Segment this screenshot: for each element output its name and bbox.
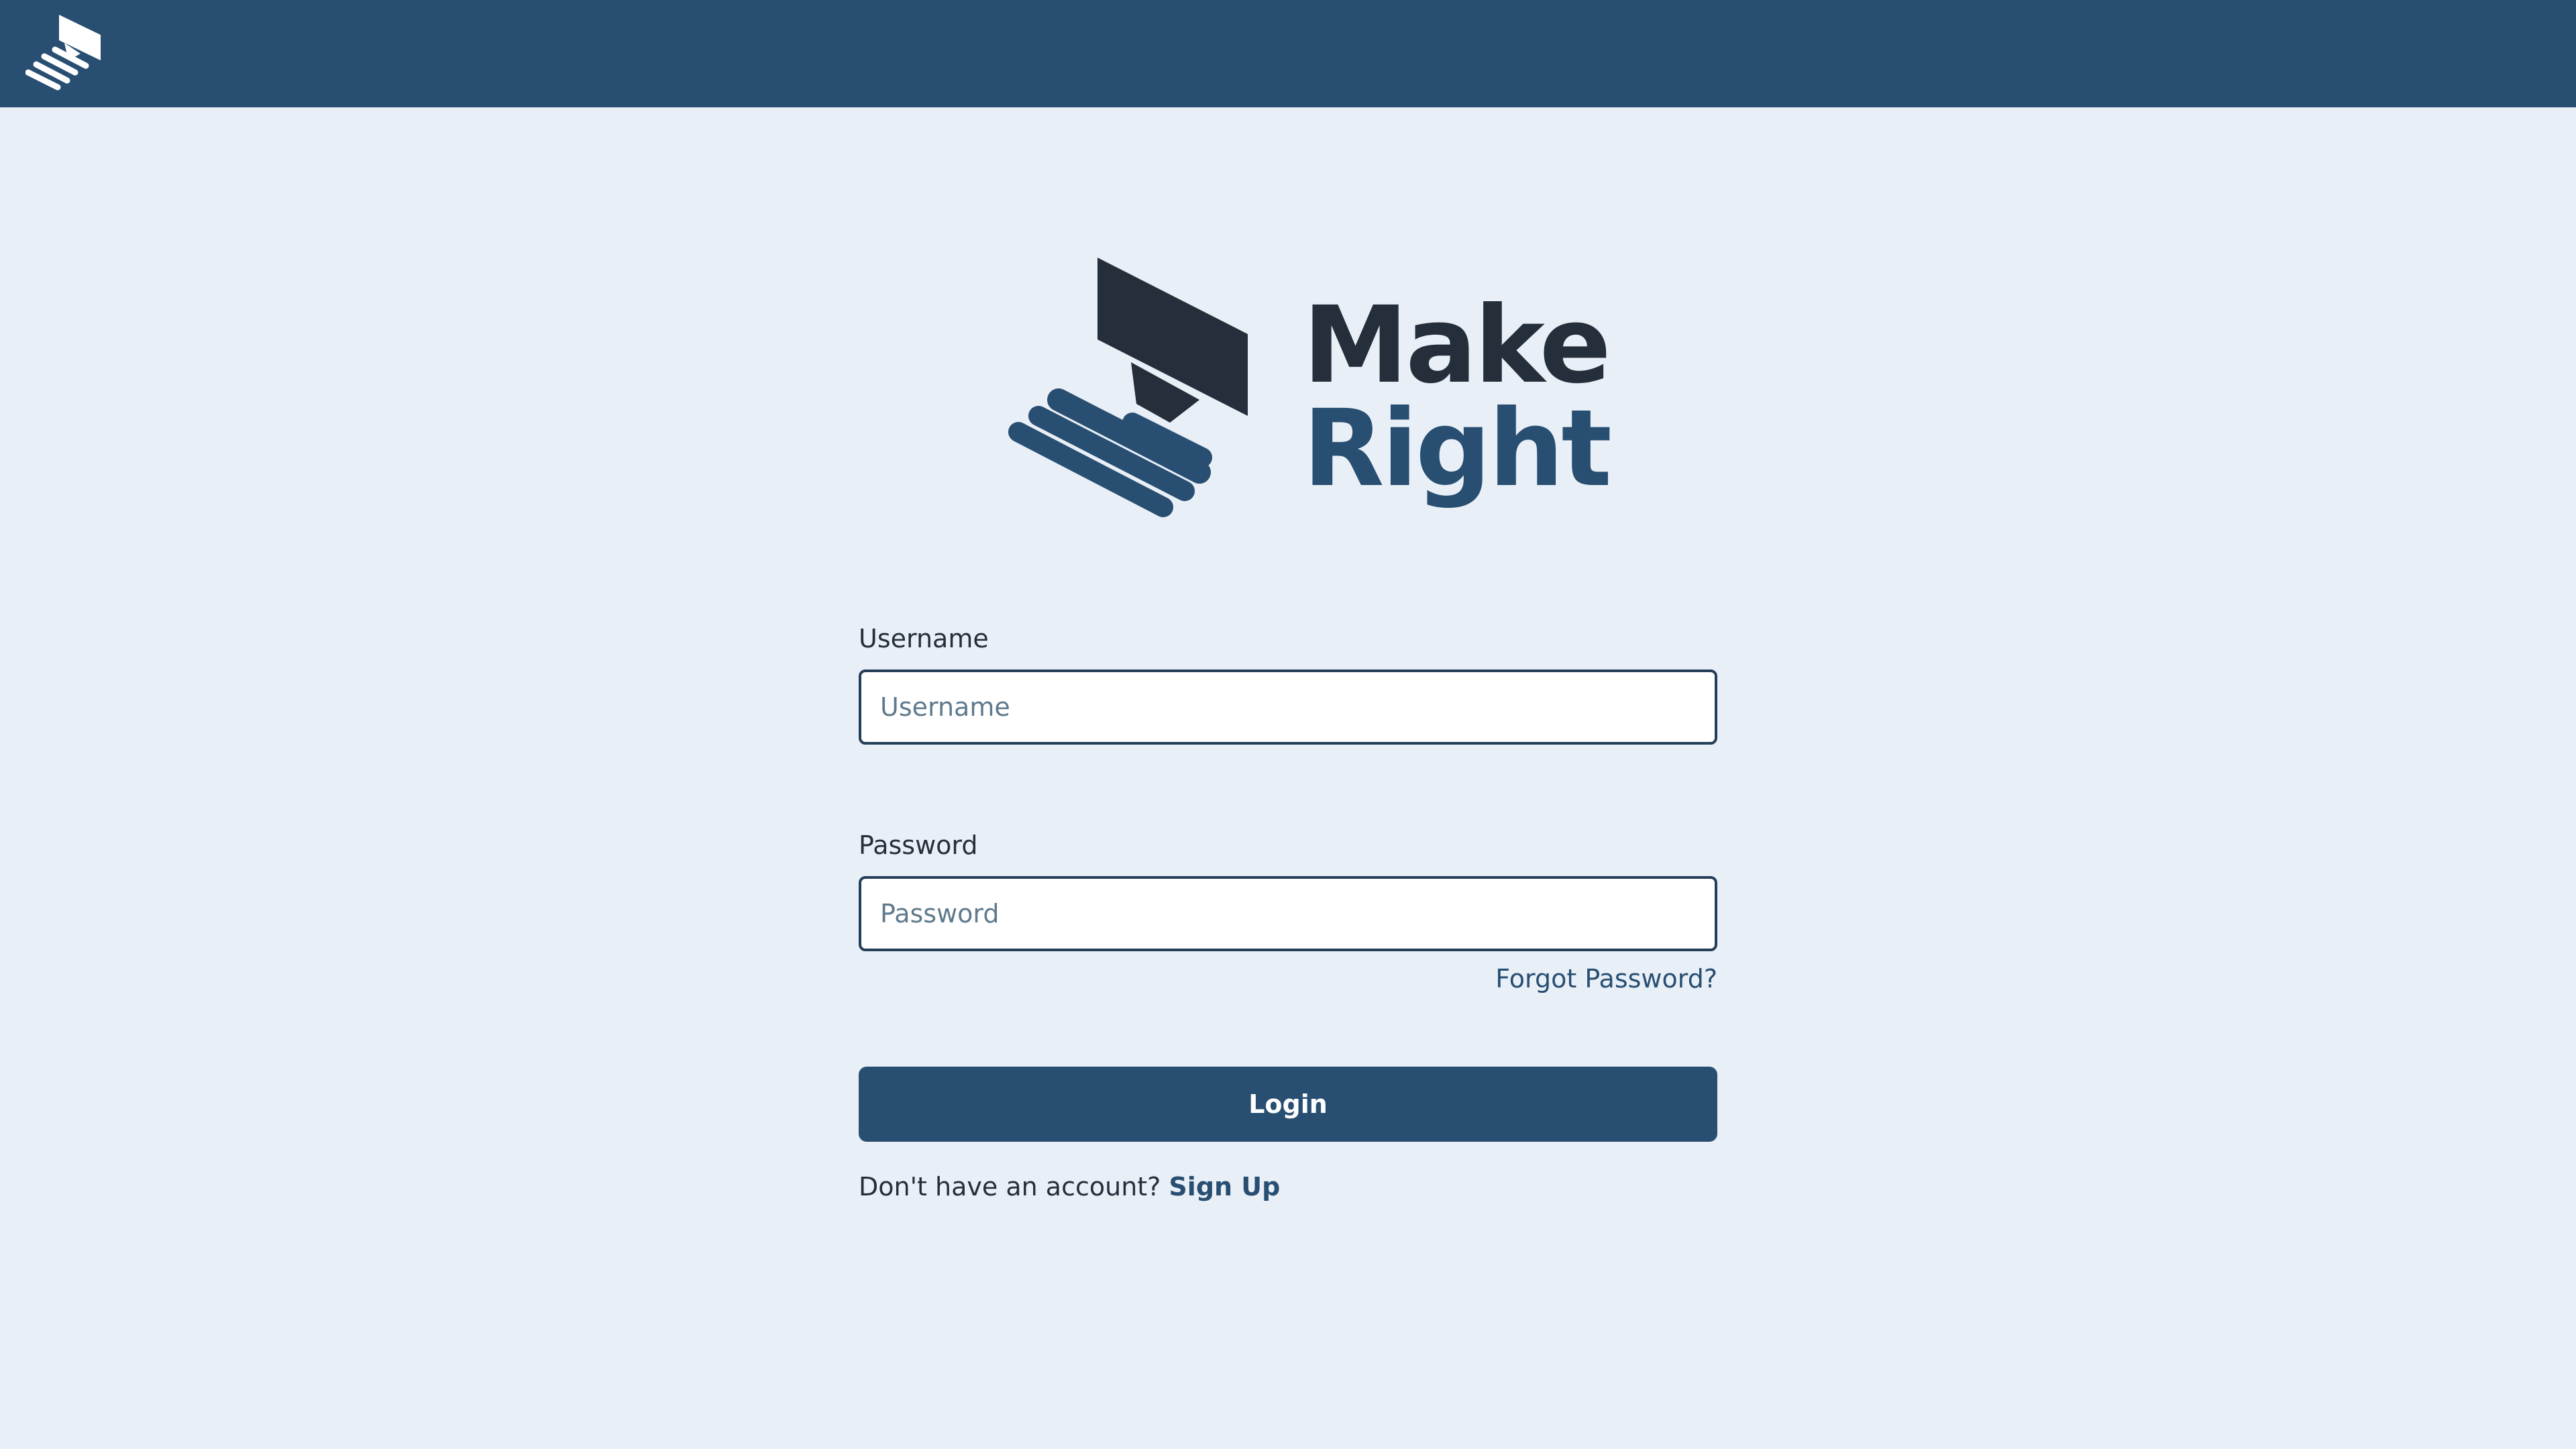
- brand-wordmark: Make Right: [1303, 284, 1612, 511]
- forgot-password-row: Forgot Password?: [859, 962, 1717, 996]
- brand-word-right: Right: [1303, 387, 1612, 511]
- login-form: Username Password Forgot Password? Login…: [859, 623, 1717, 1203]
- top-bar: [0, 0, 2576, 107]
- sign-up-link[interactable]: Sign Up: [1169, 1172, 1280, 1201]
- forgot-password-link[interactable]: Forgot Password?: [1495, 964, 1717, 994]
- password-input[interactable]: [859, 876, 1717, 951]
- no-account-text: Don't have an account?: [859, 1172, 1169, 1201]
- login-button[interactable]: Login: [859, 1067, 1717, 1142]
- username-input[interactable]: [859, 669, 1717, 745]
- username-label: Username: [859, 624, 989, 653]
- make-right-logo-mark-icon: [1008, 258, 1248, 517]
- make-right-logo-icon[interactable]: [25, 15, 105, 91]
- signup-row: Don't have an account? Sign Up: [859, 1170, 1717, 1203]
- brand-word-make: Make: [1303, 284, 1611, 407]
- brand-logo: Make Right: [990, 258, 1612, 519]
- password-label: Password: [859, 830, 978, 860]
